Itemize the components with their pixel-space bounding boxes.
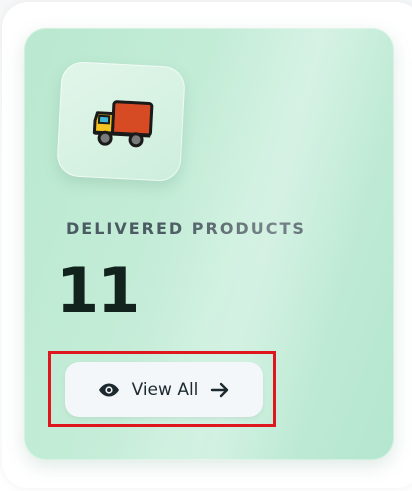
card-title: DELIVERED PRODUCTS bbox=[66, 219, 306, 238]
delivery-truck-icon bbox=[92, 100, 154, 148]
highlight-box bbox=[48, 351, 276, 427]
delivered-count: 11 bbox=[56, 254, 140, 327]
icon-container bbox=[56, 60, 186, 183]
